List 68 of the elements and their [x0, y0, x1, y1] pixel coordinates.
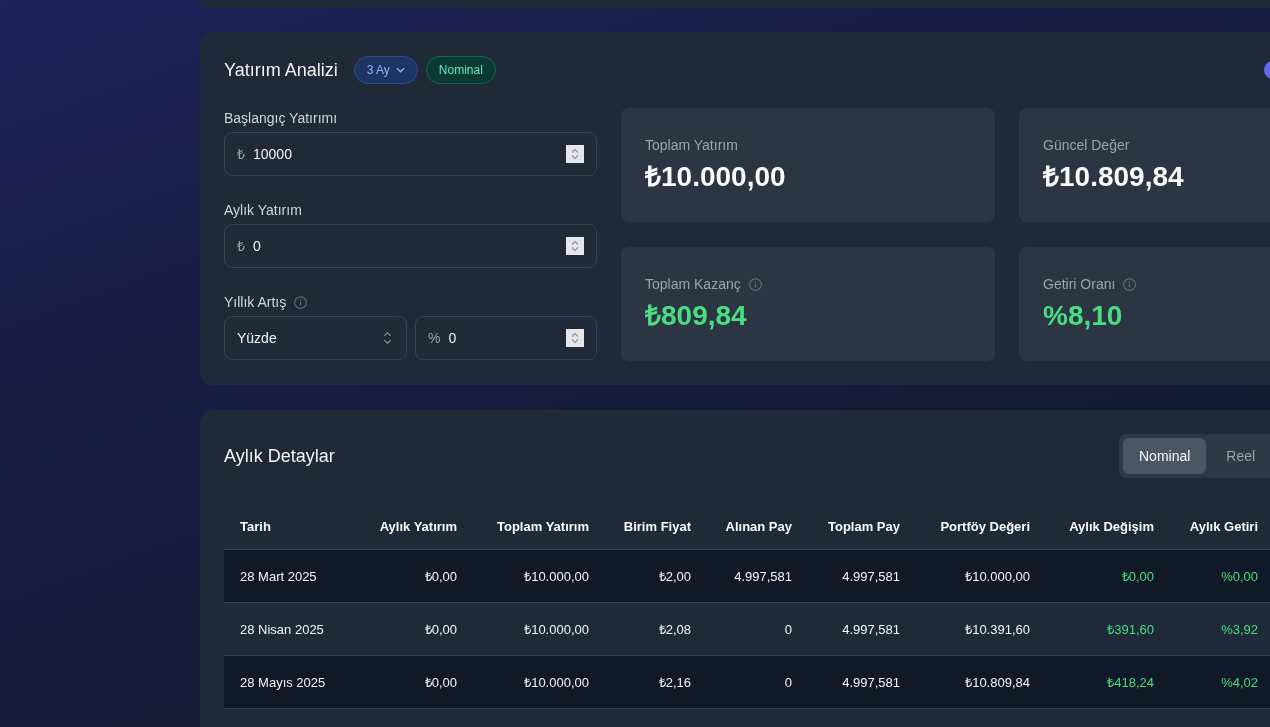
up-down-chevron-icon	[383, 331, 392, 345]
table-cell: 4.997,581	[842, 622, 900, 637]
period-dropdown[interactable]: 3 Ay	[353, 56, 418, 84]
table-cell: ₺10.809,84	[965, 675, 1030, 690]
column-header: Aylık Getiri	[1189, 518, 1258, 534]
table-cell: ₺10.000,00	[524, 675, 589, 690]
panel-title: Aylık Detaylar	[224, 445, 335, 468]
stat-label: Toplam Kazanç	[645, 275, 741, 294]
amount-field[interactable]: ₺ 10000	[224, 132, 597, 176]
stat-value: ₺10.000,00	[645, 160, 787, 194]
table-cell: 4.997,581	[734, 569, 792, 584]
amount-field[interactable]: % 0	[415, 316, 597, 360]
table-cell: 0	[784, 675, 792, 690]
column-header: Aylık Değişim	[1069, 518, 1154, 534]
info-icon[interactable]	[1123, 277, 1137, 291]
table-cell: ₺0,00	[424, 675, 457, 690]
stat-label: Toplam Yatırım	[645, 136, 738, 155]
column-header: Alınan Pay	[725, 518, 792, 534]
table-cell: 4.997,581	[842, 569, 900, 584]
stepper-icon[interactable]	[566, 145, 584, 163]
table-cell: ₺10.000,00	[524, 622, 589, 637]
table-cell: ₺0,00	[1121, 569, 1154, 584]
table-cell: %4,02	[1221, 675, 1258, 690]
stat-value: ₺809,84	[645, 299, 748, 333]
table-cell: 28 Mayıs 2025	[240, 675, 326, 690]
unit-symbol: %	[428, 329, 441, 348]
view-tab[interactable]: Reel	[1210, 438, 1270, 474]
field-label: Yıllık Artış	[224, 293, 287, 312]
table-cell: 4.997,581	[842, 675, 900, 690]
table-cell: ₺2,08	[658, 622, 691, 637]
unit-symbol: ₺	[237, 145, 245, 164]
table-cell: ₺10.391,60	[965, 622, 1030, 637]
column-header: Portföy Değeri	[940, 518, 1030, 534]
field-label: Başlangıç Yatırımı	[224, 109, 339, 128]
table-cell: ₺391,60	[1107, 622, 1154, 637]
view-tab[interactable]: Nominal	[1123, 438, 1207, 474]
table-cell: 28 Nisan 2025	[240, 622, 324, 637]
column-header: Tarih	[240, 518, 271, 534]
stat-value: %8,10	[1043, 299, 1124, 333]
panel-title: Yatırım Analizi	[224, 59, 338, 82]
chevron-down-icon	[395, 67, 405, 73]
stepper-icon[interactable]	[566, 329, 584, 347]
unit-select[interactable]: Yüzde	[224, 316, 407, 360]
table-cell: 28 Mart 2025	[240, 569, 317, 584]
column-header: Toplam Pay	[828, 518, 900, 534]
column-header: Toplam Yatırım	[497, 518, 589, 534]
stat-label: Getiri Oranı	[1043, 275, 1116, 294]
table-cell: ₺418,24	[1107, 675, 1154, 690]
table-cell: 0	[784, 622, 792, 637]
unit-symbol: ₺	[237, 237, 245, 256]
stat-value: ₺10.809,84	[1043, 160, 1185, 194]
column-header: Birim Fiyat	[623, 518, 691, 534]
table-cell: ₺2,00	[658, 569, 691, 584]
table-cell: ₺10.000,00	[965, 569, 1030, 584]
table-cell: ₺0,00	[424, 622, 457, 637]
mode-badge: Nominal	[425, 56, 496, 84]
field-label: Aylık Yatırım	[224, 201, 303, 220]
stepper-icon[interactable]	[566, 237, 584, 255]
table-cell: %3,92	[1221, 622, 1258, 637]
column-header: Aylık Yatırım	[379, 518, 457, 534]
info-icon[interactable]	[748, 277, 762, 291]
stat-label: Güncel Değer	[1043, 136, 1130, 155]
table-cell: ₺10.000,00	[524, 569, 589, 584]
table-cell: %0,00	[1221, 569, 1258, 584]
table-cell: ₺2,16	[658, 675, 691, 690]
info-icon[interactable]	[294, 295, 308, 309]
table-cell: ₺0,00	[424, 569, 457, 584]
amount-field[interactable]: ₺ 0	[224, 224, 597, 268]
